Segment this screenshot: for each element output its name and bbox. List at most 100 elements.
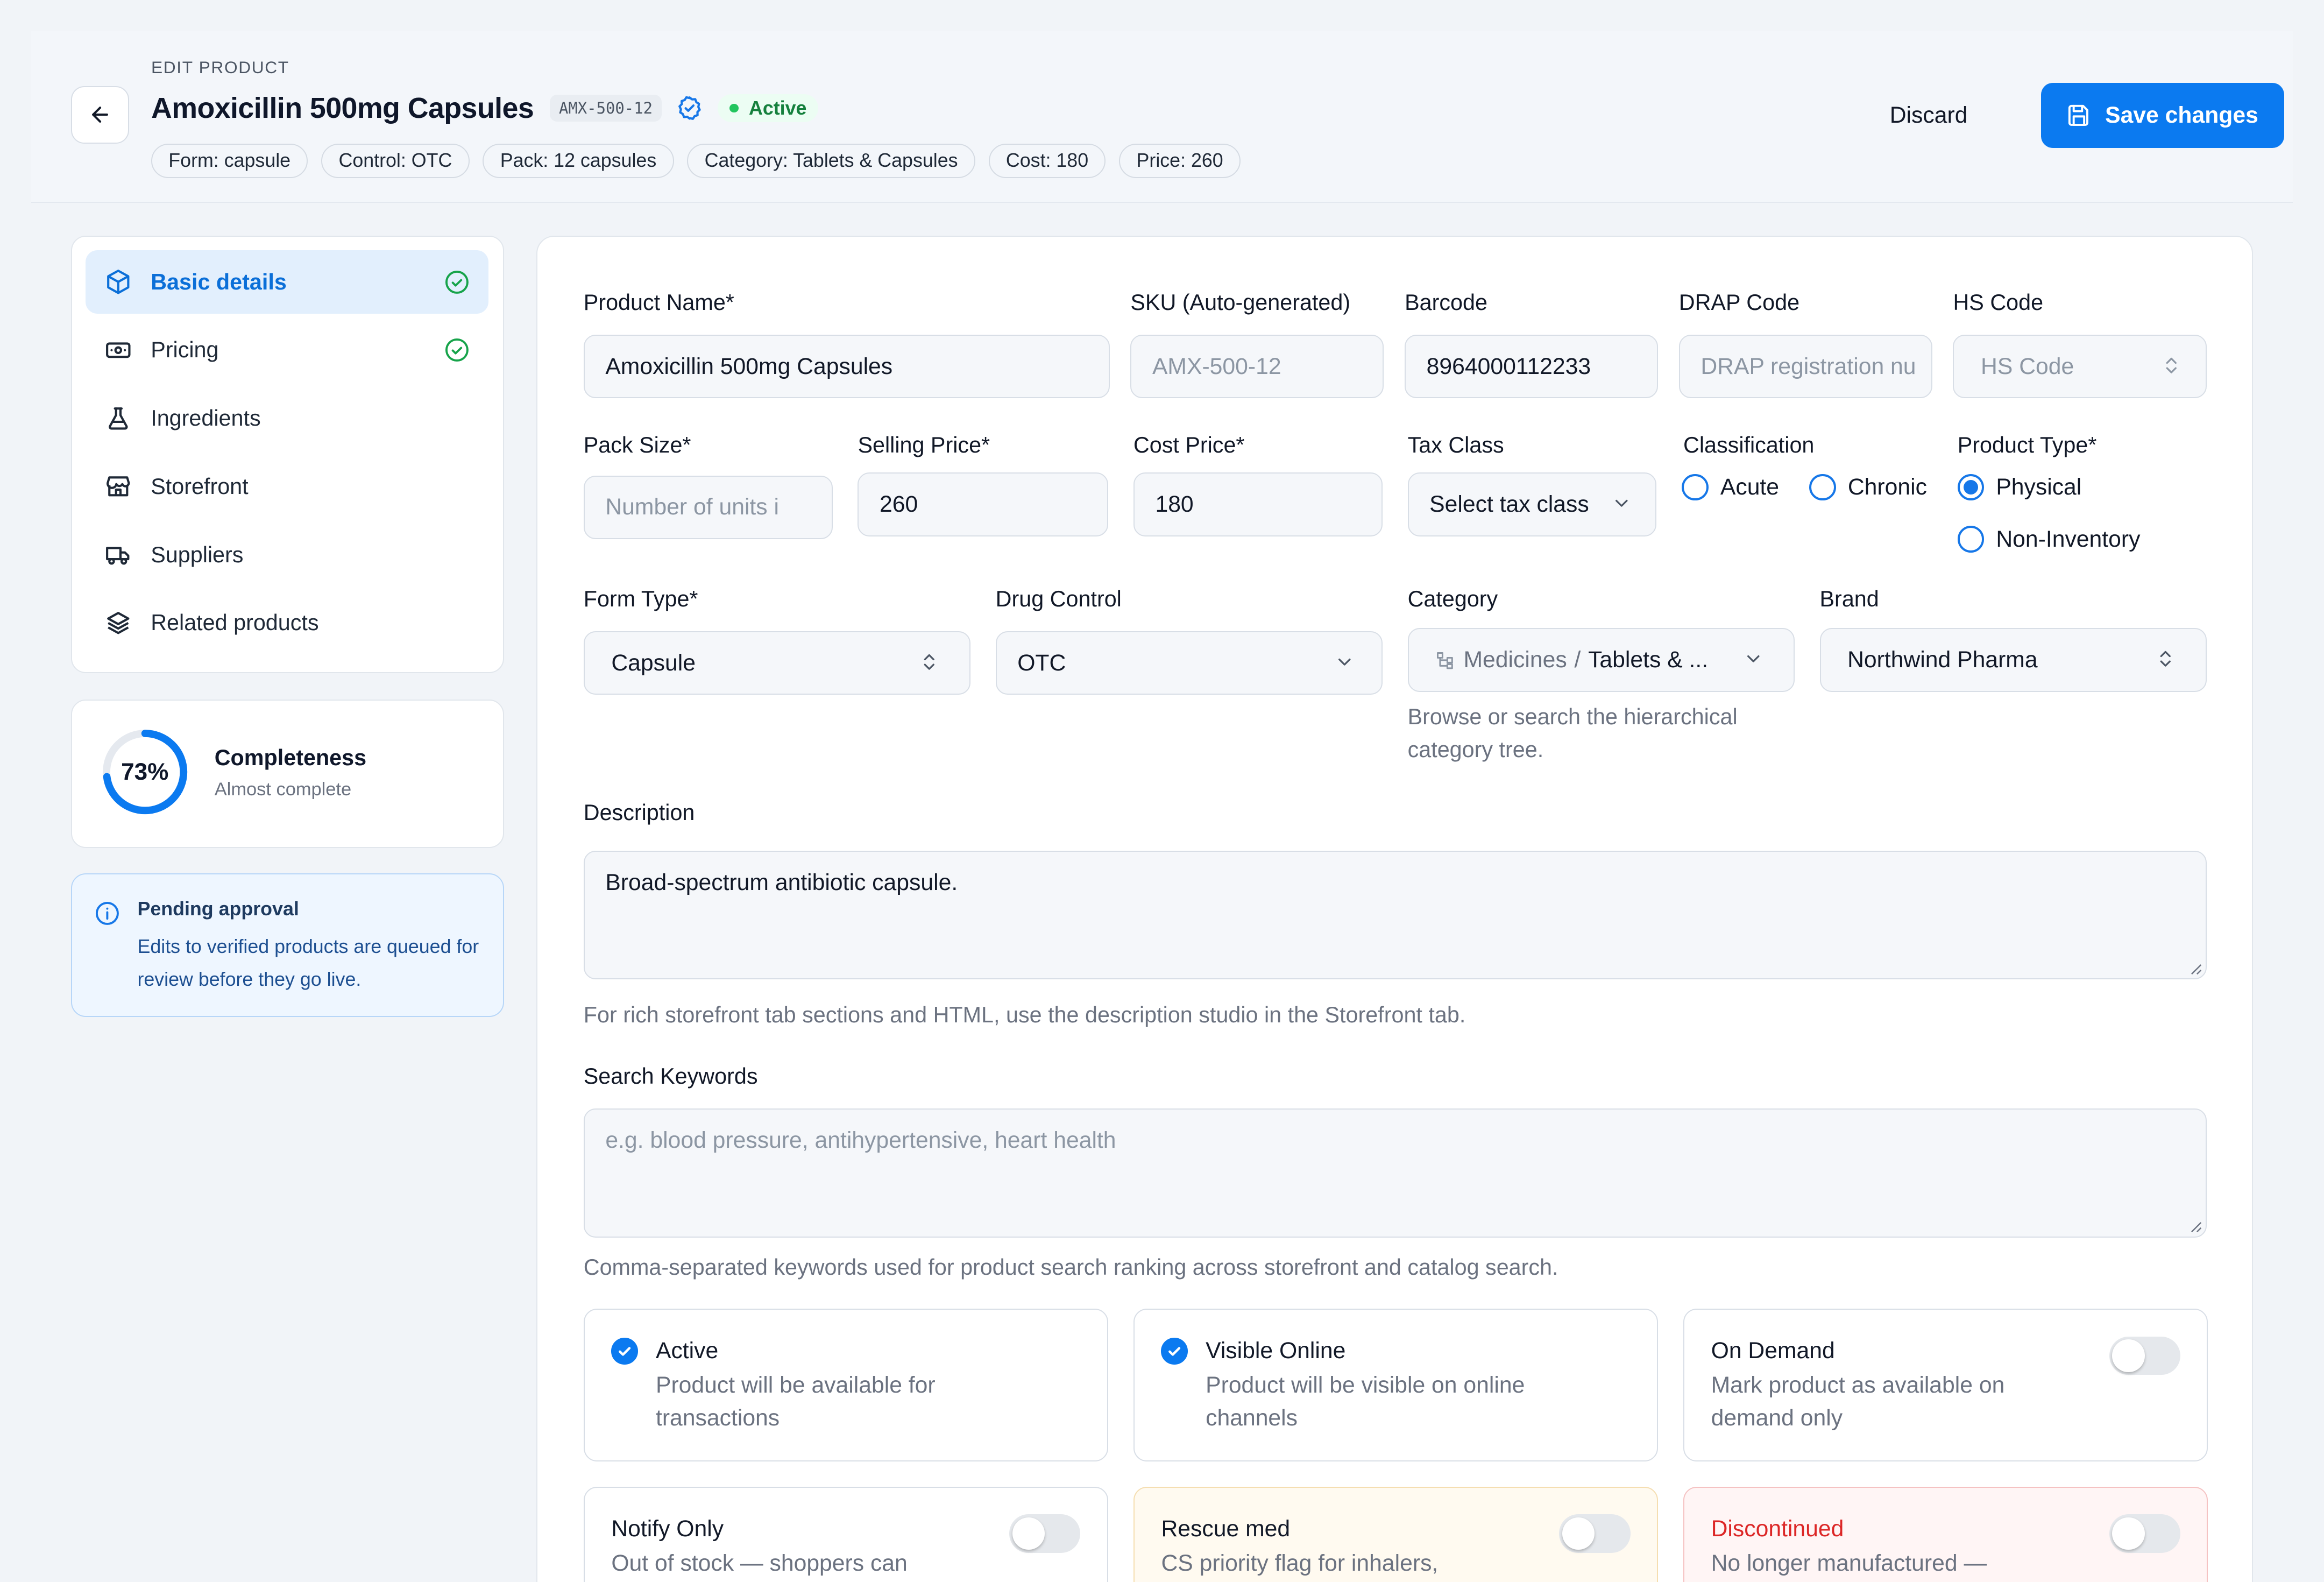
barcode-input[interactable]: 8964000112233: [1405, 334, 1659, 399]
drug-control-value: OTC: [1017, 649, 1066, 676]
chip-category: Category: Tablets & Capsules: [687, 144, 975, 178]
category-helper: Browse or search the hierarchical catego…: [1407, 704, 1738, 762]
basic-details-form: Product Name* Amoxicillin 500mg Capsules…: [536, 236, 2253, 1582]
cost-price-input[interactable]: 180: [1133, 472, 1383, 536]
option-title: Notify Only: [611, 1515, 724, 1542]
nav-item-ingredients[interactable]: Ingredients: [86, 386, 488, 450]
completeness-percent: 73%: [121, 758, 169, 785]
category-separator: /: [1574, 647, 1581, 673]
check-circle-icon: [444, 270, 470, 295]
back-button[interactable]: [71, 86, 129, 144]
category-root: Medicines: [1463, 647, 1567, 673]
classification-acute-radio[interactable]: Acute: [1682, 474, 1779, 501]
notify-only-toggle[interactable]: [1009, 1514, 1081, 1553]
hs-code-placeholder: HS Code: [1981, 353, 2074, 379]
description-label: Description: [583, 800, 695, 825]
option-title: On Demand: [1711, 1338, 1835, 1364]
nav-item-label: Ingredients: [151, 406, 261, 431]
product-type-label: Product Type*: [1957, 432, 2097, 457]
classification-chronic-radio[interactable]: Chronic: [1809, 474, 1927, 501]
radio-label: Acute: [1720, 474, 1780, 500]
category-leaf: Tablets & ...: [1588, 647, 1709, 673]
radio-label: Non-Inventory: [1996, 526, 2141, 552]
verified-badge-icon: [676, 95, 703, 122]
resize-grip-icon[interactable]: [2189, 1220, 2202, 1233]
summary-chips: Form: capsule Control: OTC Pack: 12 caps…: [151, 144, 1241, 178]
product-type-non-inventory-radio[interactable]: Non-Inventory: [1957, 526, 2141, 553]
page-eyebrow: EDIT PRODUCT: [151, 58, 289, 77]
option-discontinued[interactable]: Discontinued No longer manufactured —: [1683, 1486, 2208, 1582]
brand-select[interactable]: Northwind Pharma: [1819, 628, 2207, 692]
pack-size-input[interactable]: Number of units i: [583, 475, 833, 540]
option-title: Visible Online: [1206, 1338, 1346, 1364]
on-demand-toggle[interactable]: [2109, 1336, 2180, 1375]
radio-label: Physical: [1996, 474, 2082, 500]
option-visible-online[interactable]: Visible Online Product will be visible o…: [1133, 1308, 1659, 1461]
truck-icon: [105, 541, 132, 568]
store-icon: [105, 473, 132, 500]
resize-grip-icon[interactable]: [2189, 962, 2202, 976]
title-row: Amoxicillin 500mg Capsules AMX-500-12 Ac…: [151, 90, 819, 126]
option-description: Out of stock — shoppers can: [611, 1550, 908, 1576]
chevron-down-icon: [1743, 648, 1767, 672]
category-picker[interactable]: Medicines / Tablets & ...: [1407, 628, 1795, 692]
option-notify-only[interactable]: Notify Only Out of stock — shoppers can: [583, 1486, 1109, 1582]
check-icon[interactable]: [611, 1338, 638, 1365]
radio-circle: [1809, 474, 1836, 501]
section-nav: Basic details Pricing Ingredients Storef…: [71, 236, 504, 673]
drug-control-select[interactable]: OTC: [995, 631, 1383, 695]
product-name-input[interactable]: Amoxicillin 500mg Capsules: [583, 334, 1110, 399]
tax-class-select[interactable]: Select tax class: [1407, 472, 1657, 536]
selling-price-input[interactable]: 260: [858, 472, 1109, 536]
nav-item-basic-details[interactable]: Basic details: [86, 250, 489, 314]
completeness-title: Completeness: [214, 745, 367, 771]
chevrons-up-down-icon: [2155, 648, 2179, 672]
hs-code-label: HS Code: [1953, 290, 2044, 315]
nav-item-pricing[interactable]: Pricing: [86, 319, 488, 382]
cube-icon: [105, 269, 132, 295]
discontinued-toggle[interactable]: [2109, 1514, 2180, 1553]
hs-code-select[interactable]: HS Code: [1953, 334, 2207, 399]
pack-size-label: Pack Size*: [583, 432, 691, 457]
option-description: Product will be visible on online channe…: [1206, 1372, 1525, 1431]
discard-button[interactable]: Discard: [1890, 102, 1968, 132]
nav-item-label: Related products: [151, 610, 319, 635]
pending-text: Edits to verified products are queued fo…: [137, 936, 479, 991]
description-textarea[interactable]: Broad-spectrum antibiotic capsule.: [583, 850, 2207, 980]
option-rescue-med[interactable]: Rescue med CS priority flag for inhalers…: [1133, 1486, 1659, 1582]
radio-circle-selected: [1957, 474, 1985, 501]
radio-label: Chronic: [1847, 474, 1927, 500]
rescue-med-toggle[interactable]: [1559, 1514, 1631, 1553]
nav-item-label: Suppliers: [151, 542, 244, 567]
nav-item-related-products[interactable]: Related products: [86, 591, 488, 655]
chip-cost: Cost: 180: [988, 144, 1106, 178]
option-active[interactable]: Active Product will be available for tra…: [583, 1308, 1109, 1461]
drap-code-input[interactable]: DRAP registration nu: [1678, 334, 1932, 399]
sku-label: SKU (Auto-generated): [1130, 290, 1351, 315]
flask-icon: [105, 405, 132, 432]
option-description: Mark product as available on demand only: [1711, 1372, 2005, 1431]
pending-title: Pending approval: [137, 898, 299, 920]
keywords-textarea[interactable]: e.g. blood pressure, antihypertensive, h…: [583, 1108, 2207, 1238]
chevrons-up-down-icon: [919, 652, 943, 675]
product-type-physical-radio[interactable]: Physical: [1957, 474, 2082, 501]
option-title: Discontinued: [1711, 1515, 1844, 1542]
classification-label: Classification: [1683, 432, 1815, 457]
save-button[interactable]: Save changes: [2040, 83, 2284, 149]
chip-form: Form: capsule: [151, 144, 308, 178]
nav-item-suppliers[interactable]: Suppliers: [86, 523, 488, 587]
form-type-select[interactable]: Capsule: [583, 631, 970, 695]
sku-input[interactable]: AMX-500-12: [1130, 334, 1384, 399]
barcode-label: Barcode: [1405, 290, 1487, 315]
chip-control: Control: OTC: [321, 144, 470, 178]
nav-item-storefront[interactable]: Storefront: [86, 455, 488, 518]
chevron-down-icon: [1334, 652, 1358, 675]
page-title: Amoxicillin 500mg Capsules: [151, 92, 534, 125]
chip-pack: Pack: 12 capsules: [483, 144, 674, 178]
option-on-demand[interactable]: On Demand Mark product as available on d…: [1683, 1308, 2208, 1461]
check-icon[interactable]: [1161, 1338, 1188, 1365]
option-description: No longer manufactured —: [1711, 1550, 1987, 1576]
keywords-label: Search Keywords: [583, 1064, 758, 1089]
form-type-label: Form Type*: [583, 587, 698, 612]
tree-icon: [1435, 651, 1455, 670]
